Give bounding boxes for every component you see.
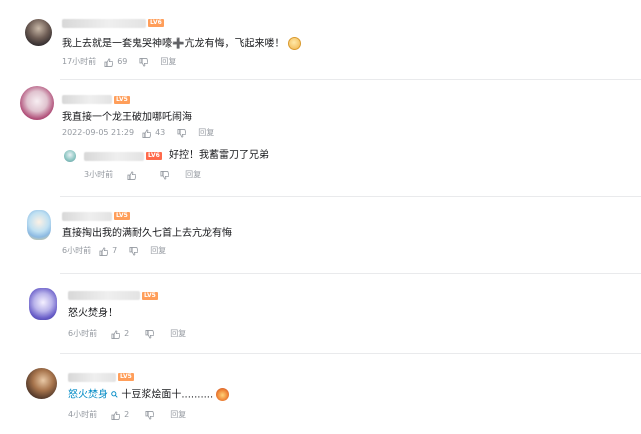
like-button[interactable]: 7 [99,246,117,256]
level-badge: LV6 [148,19,164,27]
avatar[interactable] [27,210,51,240]
level-badge: LV5 [118,373,134,381]
comment-text-part: 十豆浆烩面十.......... [121,389,214,401]
divider [60,79,641,80]
thumb-down-icon [177,128,187,138]
like-count: 2 [124,410,130,419]
comment-time: 2022-09-05 21:29 [62,128,135,137]
plus-icon: ➕ [172,38,185,50]
divider [60,196,641,197]
thumb-down-icon [145,329,155,339]
dislike-button[interactable] [160,170,170,180]
comment-time: 6小时前 [68,329,98,338]
like-button[interactable]: 69 [104,57,127,67]
dislike-button[interactable] [139,57,149,67]
avatar[interactable] [20,86,54,120]
level-badge: LV5 [114,96,130,104]
thumb-up-icon [111,410,121,420]
comment-time: 4小时前 [68,410,98,419]
username-blurred[interactable] [62,212,112,221]
like-button[interactable]: 2 [111,329,129,339]
reply-button[interactable]: 回复 [170,329,186,339]
search-icon[interactable] [111,391,118,398]
username-blurred[interactable] [62,95,112,104]
thumb-up-icon [99,246,109,256]
dislike-button[interactable] [145,329,155,339]
like-count: 7 [112,246,118,255]
username-blurred[interactable] [84,152,144,161]
comment-text-part: 我上去就是一套鬼哭神嚎 [62,38,172,50]
dislike-button[interactable] [145,410,155,420]
like-button[interactable]: 43 [142,128,165,138]
dislike-button[interactable] [177,128,187,138]
reply-time: 3小时前 [84,170,114,179]
like-button[interactable]: 2 [111,410,129,420]
reply-text: 好控！我蓄雷刀了兄弟 [169,150,269,161]
comment-text: 怒火焚身 十豆浆烩面十.......... [68,388,230,403]
reply-button[interactable]: 回复 [185,170,201,180]
avatar[interactable] [64,150,76,162]
search-link[interactable]: 怒火焚身 [68,390,108,401]
emoji-sticker-icon [287,37,301,50]
thumb-down-icon [139,57,149,67]
comment-text: 我直接一个龙王破加哪吒闹海 [62,112,192,123]
dislike-button[interactable] [129,246,139,256]
like-count: 43 [155,128,166,137]
comment-time: 6小时前 [62,246,92,255]
divider [60,353,641,354]
comment-meta: 17小时前 69 回复 [62,57,176,67]
reply-button[interactable]: 回复 [198,128,214,138]
level-badge: LV5 [142,292,158,300]
comment-text: 怒火焚身！ [68,308,118,319]
avatar[interactable] [29,288,57,320]
avatar[interactable] [26,368,57,399]
emoji-sticker-icon [216,388,230,401]
comment-text: 直接掏出我的满耐久七首上去亢龙有悔 [62,228,232,239]
divider [60,273,641,274]
thumb-down-icon [129,246,139,256]
level-badge: LV6 [146,152,162,160]
reply-button[interactable]: 回复 [150,246,166,256]
reply-button[interactable]: 回复 [170,410,186,420]
comment-time: 17小时前 [62,57,97,66]
username-blurred[interactable] [68,291,140,300]
comment-meta: 6小时前 2 回复 [68,329,186,339]
like-count: 2 [124,329,130,338]
username-blurred[interactable] [62,19,146,28]
thumb-up-icon [111,329,121,339]
thumb-up-icon [142,128,152,138]
level-badge: LV5 [114,212,130,220]
reply-button[interactable]: 回复 [160,57,176,67]
thumb-down-icon [160,170,170,180]
comment-meta: 6小时前 7 回复 [62,246,166,256]
thumb-up-icon [127,170,137,180]
thumb-up-icon [104,57,114,67]
like-count: 69 [117,57,128,66]
comment-meta: 2022-09-05 21:29 43 回复 [62,128,214,138]
reply-meta: 3小时前 回复 [84,170,201,180]
comment-text: 我上去就是一套鬼哭神嚎➕亢龙有悔，飞起来喽！ [62,37,301,52]
username-blurred[interactable] [68,373,116,382]
comment-meta: 4小时前 2 回复 [68,410,186,420]
comment-text-part: 亢龙有悔，飞起来喽！ [184,38,285,50]
like-button[interactable] [127,170,140,180]
thumb-down-icon [145,410,155,420]
avatar[interactable] [25,19,52,46]
